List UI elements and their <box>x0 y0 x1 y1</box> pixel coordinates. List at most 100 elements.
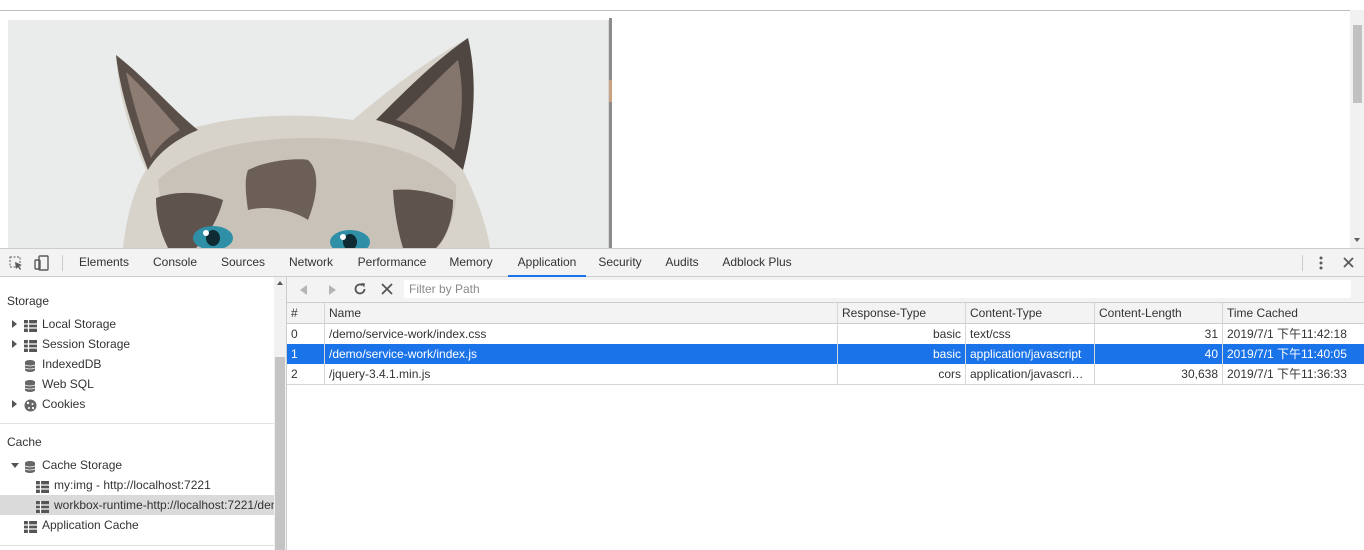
grid-icon <box>36 499 49 513</box>
section-divider <box>0 423 274 424</box>
page-viewport <box>0 0 1364 248</box>
refresh-icon[interactable] <box>353 282 367 299</box>
sidebar-item-web-sql[interactable]: Web SQL <box>0 374 274 394</box>
section-divider <box>0 545 274 546</box>
sidebar-item-cache-my-img[interactable]: my:img - http://localhost:7221 <box>0 475 274 495</box>
cache-storage-view: # Name Response-Type Content-Type Conten… <box>287 277 1364 550</box>
cache-toolbar <box>287 277 1364 303</box>
cell-response-type: basic <box>932 327 961 341</box>
database-icon <box>24 459 37 473</box>
database-icon <box>24 358 37 372</box>
toolbar-separator <box>62 255 63 271</box>
expand-arrow-icon[interactable] <box>12 400 17 408</box>
tab-security[interactable]: Security <box>593 249 647 276</box>
column-divider[interactable] <box>965 303 966 384</box>
cell-time-cached: 2019/7/1 下午11:42:18 <box>1227 327 1347 341</box>
page-scrollbar[interactable] <box>1350 10 1364 248</box>
expand-arrow-icon[interactable] <box>12 320 17 328</box>
page-divider-accent <box>609 80 612 102</box>
previous-page-icon[interactable] <box>299 284 309 298</box>
cell-content-type: application/javascript <box>970 347 1082 361</box>
sidebar-item-cache-storage[interactable]: Cache Storage <box>0 455 274 475</box>
cell-time-cached: 2019/7/1 下午11:36:33 <box>1227 367 1347 381</box>
page-scrollbar-thumb[interactable] <box>1353 25 1362 103</box>
column-header-name[interactable]: Name <box>325 303 837 323</box>
sidebar-item-label: Local Storage <box>42 317 117 331</box>
scroll-up-arrow-icon[interactable] <box>277 281 283 285</box>
database-icon <box>24 378 37 392</box>
cell-content-type: application/javascri… <box>970 367 1084 381</box>
sidebar-item-local-storage[interactable]: Local Storage <box>0 314 274 334</box>
table-row[interactable]: 2 /jquery-3.4.1.min.js cors application/… <box>287 364 1364 384</box>
column-header-content-length[interactable]: Content-Length <box>1095 303 1222 323</box>
table-header-row: # Name Response-Type Content-Type Conten… <box>287 303 1364 324</box>
filter-by-path-input[interactable] <box>404 280 1351 298</box>
sidebar-item-cookies[interactable]: Cookies <box>0 394 274 414</box>
tab-elements[interactable]: Elements <box>72 249 136 276</box>
cell-name: /demo/service-work/index.js <box>329 347 478 361</box>
cell-content-length: 30,638 <box>1181 367 1218 381</box>
tab-network[interactable]: Network <box>282 249 340 276</box>
sidebar-scrollbar-thumb[interactable] <box>275 357 285 550</box>
cell-content-type: text/css <box>970 327 1011 341</box>
sidebar-item-label: IndexedDB <box>42 357 102 371</box>
next-page-icon[interactable] <box>327 284 337 298</box>
column-header-index[interactable]: # <box>287 303 324 323</box>
column-header-content-type[interactable]: Content-Type <box>966 303 1094 323</box>
column-header-response-type[interactable]: Response-Type <box>838 303 965 323</box>
cell-index: 1 <box>291 347 298 361</box>
page-top-border <box>0 10 1364 11</box>
more-options-icon[interactable] <box>1313 254 1331 272</box>
column-divider[interactable] <box>1222 303 1223 384</box>
sidebar-item-label: my:img - http://localhost:7221 <box>54 478 211 492</box>
tab-audits[interactable]: Audits <box>658 249 706 276</box>
expand-arrow-icon[interactable] <box>12 340 17 348</box>
application-sidebar: Storage Local Storage Session Storage In… <box>0 277 274 550</box>
table-row[interactable]: 0 /demo/service-work/index.css basic tex… <box>287 324 1364 344</box>
tab-sources[interactable]: Sources <box>214 249 272 276</box>
devtools-toolbar: Elements Console Sources Network Perform… <box>0 248 1364 277</box>
sidebar-scrollbar[interactable] <box>274 277 286 550</box>
scroll-down-arrow-icon[interactable] <box>1354 238 1360 242</box>
sidebar-item-label: workbox-runtime-http://localhost:7221/de… <box>54 498 274 512</box>
cell-content-length: 40 <box>1204 347 1218 361</box>
sidebar-item-indexeddb[interactable]: IndexedDB <box>0 354 274 374</box>
toolbar-separator <box>1302 255 1303 271</box>
cell-name: /jquery-3.4.1.min.js <box>329 367 431 381</box>
sidebar-item-label: Application Cache <box>42 518 139 532</box>
storage-section-title: Storage <box>7 294 50 308</box>
column-divider[interactable] <box>324 303 325 384</box>
cell-name: /demo/service-work/index.css <box>329 327 487 341</box>
column-header-time-cached[interactable]: Time Cached <box>1223 303 1364 323</box>
inspect-element-icon[interactable] <box>7 254 25 272</box>
cache-section-title: Cache <box>7 435 42 449</box>
sidebar-item-application-cache[interactable]: Application Cache <box>0 515 274 535</box>
sidebar-item-cache-workbox-runtime[interactable]: workbox-runtime-http://localhost:7221/de… <box>0 495 274 515</box>
delete-selected-icon[interactable] <box>381 283 393 298</box>
sidebar-item-label: Cookies <box>42 397 86 411</box>
grid-icon <box>24 338 37 352</box>
collapse-arrow-icon[interactable] <box>11 463 19 468</box>
grid-icon <box>24 318 37 332</box>
tab-application[interactable]: Application <box>508 249 586 277</box>
cell-content-length: 31 <box>1204 327 1218 341</box>
tab-adblock-plus[interactable]: Adblock Plus <box>716 249 798 276</box>
table-bottom-border <box>287 384 1364 385</box>
sidebar-item-label: Web SQL <box>42 377 94 391</box>
tab-performance[interactable]: Performance <box>350 249 434 276</box>
cell-index: 2 <box>291 367 298 381</box>
cell-response-type: cors <box>938 367 961 381</box>
column-divider[interactable] <box>837 303 838 384</box>
column-divider[interactable] <box>1094 303 1095 384</box>
cell-time-cached: 2019/7/1 下午11:40:05 <box>1227 347 1347 361</box>
cell-response-type: basic <box>932 347 961 361</box>
close-devtools-icon[interactable] <box>1340 254 1358 272</box>
sidebar-item-session-storage[interactable]: Session Storage <box>0 334 274 354</box>
cell-index: 0 <box>291 327 298 341</box>
grid-icon <box>24 519 37 533</box>
table-row-selected[interactable]: 1 /demo/service-work/index.js basic appl… <box>287 344 1364 364</box>
tab-console[interactable]: Console <box>146 249 204 276</box>
tab-memory[interactable]: Memory <box>444 249 498 276</box>
device-toolbar-icon[interactable] <box>33 254 51 272</box>
sidebar-item-label: Session Storage <box>42 337 131 351</box>
